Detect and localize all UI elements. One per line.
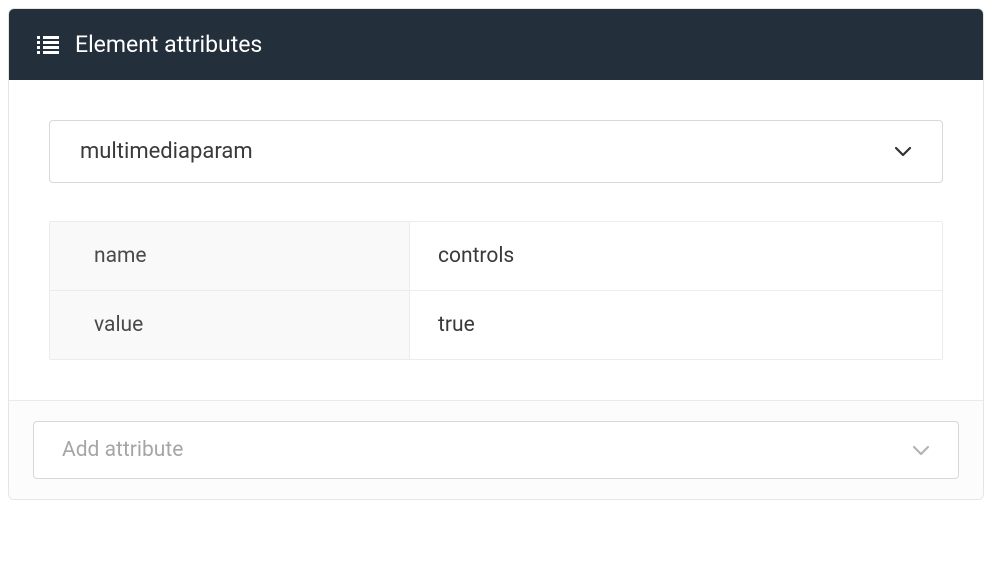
panel-body: multimediaparam name controls value true (9, 80, 983, 400)
attribute-type-select[interactable]: multimediaparam (49, 120, 943, 183)
panel-footer: Add attribute (9, 400, 983, 499)
add-attribute-select[interactable]: Add attribute (33, 421, 959, 479)
attr-value: controls (410, 222, 942, 290)
add-attribute-label: Add attribute (62, 438, 183, 462)
attr-value: true (410, 291, 942, 359)
element-attributes-panel: Element attributes multimediaparam name … (8, 8, 984, 500)
list-icon (37, 36, 59, 54)
table-row: name controls (50, 222, 942, 291)
attributes-table: name controls value true (49, 221, 943, 360)
chevron-down-icon (894, 146, 912, 157)
attr-label: name (50, 222, 410, 290)
attr-label: value (50, 291, 410, 359)
panel-header: Element attributes (9, 9, 983, 80)
selected-value: multimediaparam (80, 139, 253, 164)
table-row: value true (50, 291, 942, 359)
chevron-down-icon (912, 445, 930, 456)
panel-title: Element attributes (75, 31, 262, 58)
